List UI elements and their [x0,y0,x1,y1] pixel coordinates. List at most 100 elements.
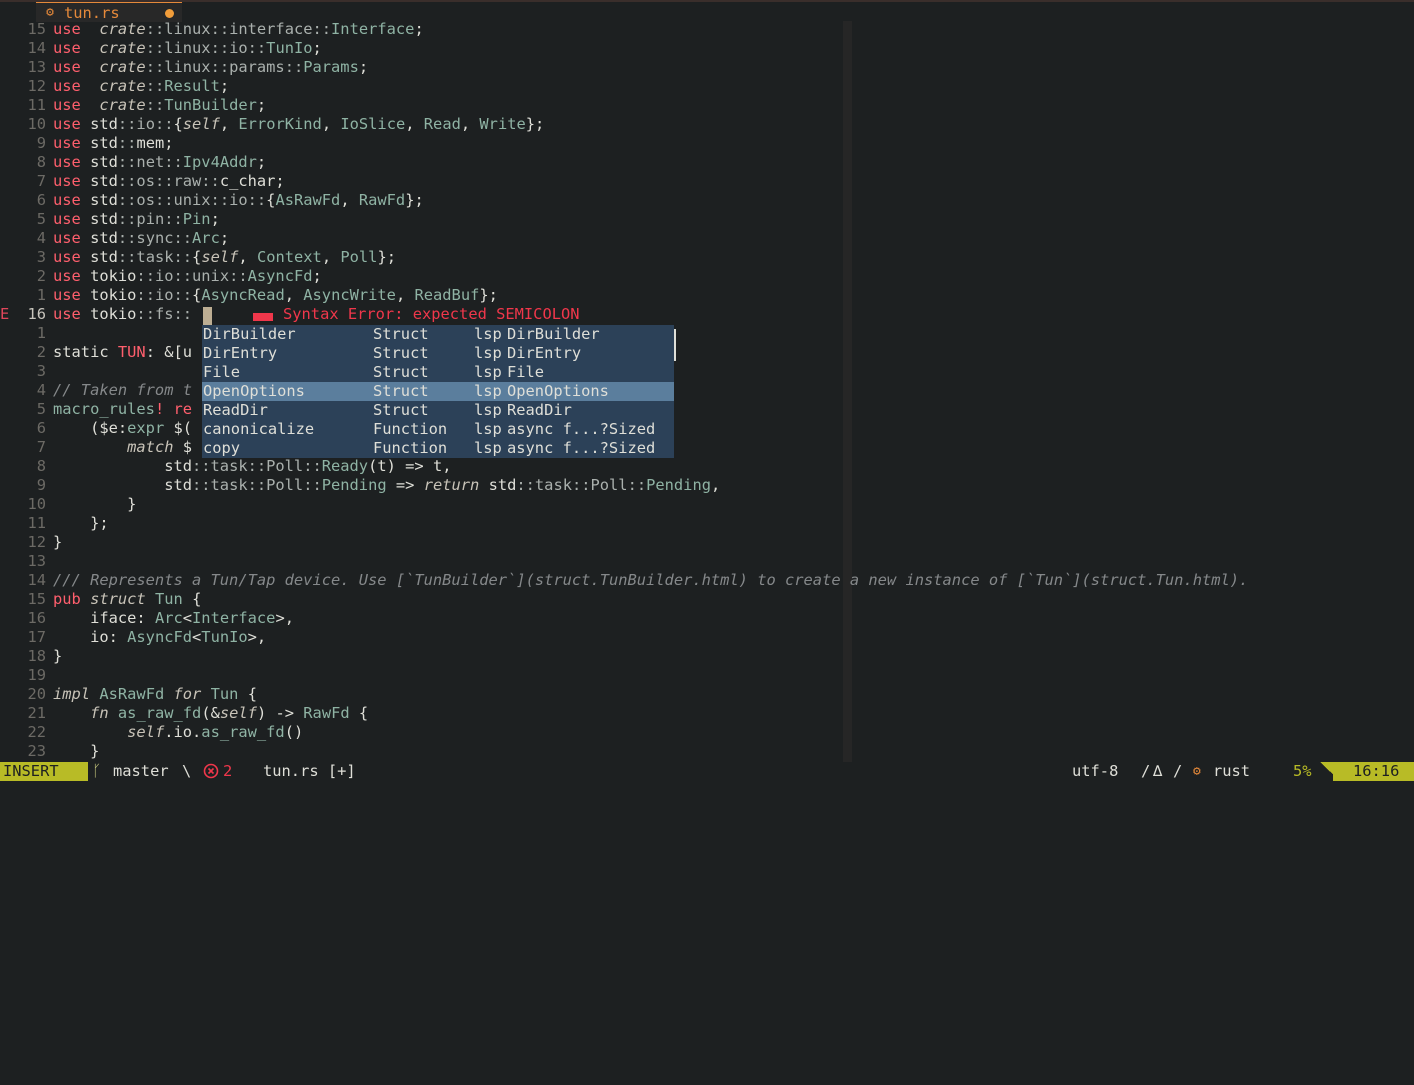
code-token: self [201,248,239,266]
line-number: 14 [27,39,46,57]
code-token: , [710,476,721,494]
code-token: Arc [154,609,183,627]
code-line[interactable]: 8 std::task::Poll::Ready(t) => t, [0,457,1414,476]
code-line[interactable]: 22 self.io.as_raw_fd() [0,723,1414,742]
code-line[interactable]: 11 use crate::TunBuilder; [0,96,1414,115]
code-line[interactable]: 18} [0,647,1414,666]
tab-tun-rs[interactable]: ⚙ tun.rs [36,2,182,22]
code-line[interactable]: 10 } [0,495,1414,514]
code-text: use std::task::{self, Context, Poll}; [53,248,396,267]
code-line[interactable]: 14 /// Represents a Tun/Tap device. Use [… [0,571,1414,590]
code-token: AsyncFd [127,628,193,646]
line-number: 6 [36,191,46,209]
code-token: io: [53,628,128,646]
line-number: 21 [27,704,46,722]
code-token: (& [201,704,220,722]
code-line[interactable]: 4 use std::sync::Arc; [0,229,1414,248]
code-token: ; [256,96,267,114]
rust-gear-icon: ⚙ [46,5,54,20]
code-line[interactable]: 1 use tokio::io::{AsyncRead, AsyncWrite, … [0,286,1414,305]
code-token: std [80,115,118,133]
code-token: iface: [53,609,155,627]
code-text: } [53,647,62,666]
code-token: }; [525,115,545,133]
code-line[interactable]: 8 use std::net::Ipv4Addr; [0,153,1414,172]
code-line[interactable]: 15 pub struct Tun { [0,590,1414,609]
code-token: AsRawFd [275,191,341,209]
completion-scrollbar[interactable] [674,329,676,361]
code-token: ; [312,39,322,57]
code-token: Tun [154,590,183,608]
line-number: 3 [36,362,46,380]
code-token: impl [53,685,91,703]
code-line[interactable]: 15 use crate::linux::interface::Interface… [0,20,1414,39]
completion-info: DirEntry [507,344,582,362]
code-line[interactable]: 9 std::task::Poll::Pending => return std… [0,476,1414,495]
completion-item[interactable]: copy Function lsp async f...?Sized [202,439,674,458]
code-line[interactable]: 2 use tokio::io::unix::AsyncFd; [0,267,1414,286]
code-token: self [182,115,220,133]
code-token: use [53,153,81,171]
line-number: 19 [27,666,46,684]
code-text: ($e:expr $( [53,419,192,438]
completion-item[interactable]: OpenOptions Struct lsp OpenOptions [202,382,674,401]
code-line[interactable]: 20 impl AsRawFd for Tun { [0,685,1414,704]
completion-kind: Struct [373,325,429,343]
code-token: { [349,704,369,722]
code-line[interactable]: 3 use std::task::{self, Context, Poll}; [0,248,1414,267]
code-token: RawFd [358,191,406,209]
completion-item[interactable]: DirEntry Struct lsp DirEntry [202,344,674,363]
code-text: use std::sync::Arc; [53,229,229,248]
code-token: Ready [321,457,369,475]
completion-item[interactable]: File Struct lsp File [202,363,674,382]
code-line[interactable]: 21 fn as_raw_fd(&self) -> RawFd { [0,704,1414,723]
code-token: :: [117,134,137,152]
completion-word: ReadDir [203,401,268,419]
code-line[interactable]: 11 }; [0,514,1414,533]
code-token: TunIo [201,628,248,646]
text-cursor [203,307,212,326]
code-token: $( [164,419,193,437]
code-line[interactable]: 16 iface: Arc<Interface>, [0,609,1414,628]
completion-item[interactable]: ReadDir Struct lsp ReadDir [202,401,674,420]
line-number: 1 [36,324,46,342]
code-token: ; [358,58,369,76]
code-text: use crate::Result; [53,77,229,96]
code-token: { [173,115,183,133]
line-number: 11 [27,96,46,114]
code-text: } [53,495,136,514]
code-token: AsRawFd [99,685,165,703]
code-text: use crate::linux::interface::Interface; [53,20,424,39]
code-token: std [53,476,192,494]
completion-item[interactable]: canonicalize Function lsp async f...?Sized [202,420,674,439]
code-token: AsyncWrite [303,286,396,304]
code-text: use std::os::raw::c_char; [53,172,285,191]
code-line[interactable]: 14 use crate::linux::io::TunIo; [0,39,1414,58]
code-line[interactable]: 5 use std::pin::Pin; [0,210,1414,229]
code-line[interactable]: 7 use std::os::raw::c_char; [0,172,1414,191]
completion-item[interactable]: DirBuilder Struct lsp DirBuilder [202,325,674,344]
code-line[interactable]: 19 [0,666,1414,685]
completion-info: File [507,363,545,381]
code-line[interactable]: 17 io: AsyncFd<TunIo>, [0,628,1414,647]
code-token: // Taken from t [53,381,192,399]
code-line[interactable]: 12} [0,533,1414,552]
code-line[interactable]: 9 use std::mem; [0,134,1414,153]
command-line[interactable] [0,781,1414,785]
code-line[interactable]: E 16 use tokio::fs:: [0,305,1414,324]
code-line[interactable]: 6 use std::os::unix::io::{AsRawFd, RawFd}… [0,191,1414,210]
code-token: std [80,153,118,171]
code-token: use [53,267,81,285]
code-line[interactable]: 23 } [0,742,1414,761]
line-number: 8 [36,153,46,171]
code-line[interactable]: 13 [0,552,1414,571]
code-line[interactable]: 12 use crate::Result; [0,77,1414,96]
line-number: 7 [36,438,46,456]
completion-popup[interactable]: DirBuilder Struct lsp DirBuilder DirEntry Str… [202,325,674,458]
code-text: // Taken from t [53,381,192,400]
code-text: iface: Arc<Interface>, [53,609,294,628]
code-line[interactable]: 13 use crate::linux::params::Params; [0,58,1414,77]
code-line[interactable]: 10 use std::io::{self, ErrorKind, IoSlice… [0,115,1414,134]
